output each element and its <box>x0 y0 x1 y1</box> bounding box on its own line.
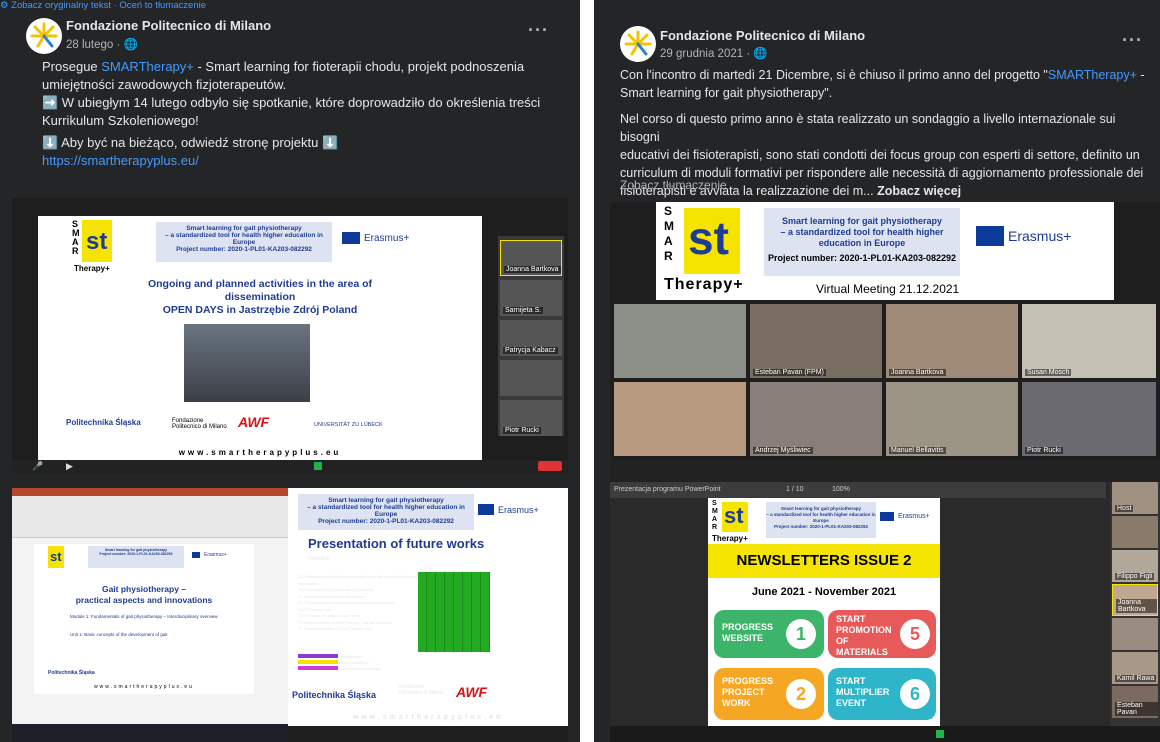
right-facebook-post: Fondazione Politecnico di Milano 29 grud… <box>594 0 1160 742</box>
participant-tile[interactable]: Patrycja Kabacz <box>500 320 562 356</box>
activities-title: Ongoing and planned activities in the ar… <box>147 278 373 316</box>
post-options-button[interactable]: ··· <box>1122 30 1143 51</box>
newsletter-slide: SMAR st Therapy+ Smart learning for gait… <box>708 498 940 742</box>
participant-tile[interactable] <box>500 360 562 396</box>
fondazione-logo-icon <box>624 30 652 56</box>
participant-tile[interactable]: Manuel Bellavitis <box>886 382 1018 456</box>
share-icon[interactable] <box>936 730 944 738</box>
see-more-link[interactable]: Zobacz więcej <box>877 184 961 198</box>
smartherapy-link[interactable]: SMARTherapy+ <box>1048 68 1137 82</box>
participant-tile[interactable]: Sarnijeta S. <box>500 280 562 316</box>
see-translation-link[interactable]: Zobacz tłumaczenie <box>620 178 727 192</box>
zoom-toolbar: 🎤 ▶ <box>12 460 568 474</box>
zoom-screenshot-activities: SMAR st Therapy+ Smart learning for gait… <box>12 198 568 474</box>
future-works-title: Presentation of future works <box>308 536 485 551</box>
leave-button[interactable] <box>538 461 562 471</box>
post-author[interactable]: Fondazione Politecnico di Milano <box>660 28 865 43</box>
future-works-screenshot: Smart learning for gait physiotherapy – a… <box>288 488 568 742</box>
translation-links[interactable]: ⚙ Zobacz oryginalny tekst · Oceń to tłum… <box>0 0 580 11</box>
activities-slide: SMAR st Therapy+ Smart learning for gait… <box>38 216 482 462</box>
participant-tile[interactable]: Filippo Figli <box>1112 550 1158 582</box>
newsletter-screenshot: Prezentacja programu PowerPoint 1 / 10 1… <box>610 482 1160 742</box>
participant-column: Host Filippo Figli Joanna Bartkova Kamil… <box>1110 482 1160 726</box>
erasmus-logo: Erasmus+ <box>342 232 409 244</box>
zoom-toolbar-3 <box>610 460 1160 482</box>
newsletter-item: PROGRESS PROJECT WORK 2 <box>714 668 824 720</box>
powerpoint-screenshot: st Smart learning for gait physiotherapy… <box>12 488 288 742</box>
zoom-screenshot-virtual-meeting: SMAR st Therapy+ Smart learning for gait… <box>610 202 1160 482</box>
gantt-tasks: T2.1 Obtaining diversified factual mater… <box>298 575 418 631</box>
participant-tile[interactable] <box>614 382 746 456</box>
post-date[interactable]: 29 grudnia 2021 · 🌐 <box>660 46 768 60</box>
participant-tile[interactable] <box>1112 516 1158 548</box>
post-author[interactable]: Fondazione Politecnico di Milano <box>66 18 271 33</box>
newsletter-item: START MULTIPLIER EVENT 6 <box>828 668 936 720</box>
post-options-button[interactable]: ··· <box>528 20 549 41</box>
left-facebook-post: Fondazione Politecnico di Milano 28 lute… <box>0 0 580 742</box>
participant-tile[interactable]: Joanna Bartkova <box>1112 584 1158 616</box>
gait-slide: st Smart learning for gait physiotherapy… <box>34 544 254 694</box>
newsletter-title: NEWSLETTERS ISSUE 2 <box>708 544 940 578</box>
participant-tile[interactable]: Joanna Bartkova <box>500 240 562 276</box>
fondazione-logo-icon <box>30 22 58 48</box>
gait-title: Gait physiotherapy – practical aspects an… <box>75 584 213 605</box>
classroom-photo <box>184 324 310 402</box>
participant-column: Joanna Bartkova Sarnijeta S. Patrycja Ka… <box>498 236 564 436</box>
newsletter-range: June 2021 - November 2021 <box>751 586 897 598</box>
participant-tile[interactable] <box>614 304 746 378</box>
participant-tile[interactable]: Piotr Rucki <box>1022 382 1156 456</box>
video-icon[interactable]: ▶ <box>66 461 73 472</box>
participant-tile[interactable]: Joanna Bartkova <box>886 304 1018 378</box>
taskbar <box>12 724 288 742</box>
page-avatar[interactable] <box>620 26 656 62</box>
share-icon[interactable] <box>314 462 322 470</box>
participant-tile[interactable]: Host <box>1112 482 1158 514</box>
pdf-toolbar: Prezentacja programu PowerPoint 1 / 10 1… <box>610 482 1106 498</box>
project-url-link[interactable]: https://smartherapyplus.eu/ <box>42 152 562 170</box>
zoom-toolbar-4 <box>610 726 1160 742</box>
page-avatar[interactable] <box>26 18 62 54</box>
newsletter-item: START PROMOTION OF MATERIALS 5 <box>828 610 936 658</box>
gantt-chart <box>418 572 490 652</box>
participant-tile[interactable]: Esteban Pavan <box>1112 686 1158 718</box>
participant-tile[interactable] <box>1112 618 1158 650</box>
newsletter-item: PROGRESS WEBSITE 1 <box>714 610 824 658</box>
mute-icon[interactable]: 🎤 <box>32 461 43 472</box>
smartherapy-link[interactable]: SMARTherapy+ <box>101 59 194 74</box>
slide-header: Smart learning for gait physiotherapy – a… <box>156 222 332 262</box>
virtual-meeting-banner: SMAR st Therapy+ Smart learning for gait… <box>656 202 1114 300</box>
gantt-legend: Management Project meetings Virtual proj… <box>298 654 478 678</box>
participant-tile[interactable]: Esteban Pavan (FPM) <box>750 304 882 378</box>
participant-tile[interactable]: Kamil Rawa <box>1112 652 1158 684</box>
participant-tile[interactable]: Susan Mosch <box>1022 304 1156 378</box>
participant-tile[interactable]: Piotr Rucki <box>500 400 562 436</box>
participant-tile[interactable]: Andrzej Myśliwiec <box>750 382 882 456</box>
post-text: Prosegue SMARTherapy+ - Smart learning f… <box>42 58 562 170</box>
zoom-toolbar-2 <box>288 726 568 742</box>
post-date[interactable]: 28 lutego · 🌐 <box>66 37 138 51</box>
title-bar <box>12 488 288 496</box>
